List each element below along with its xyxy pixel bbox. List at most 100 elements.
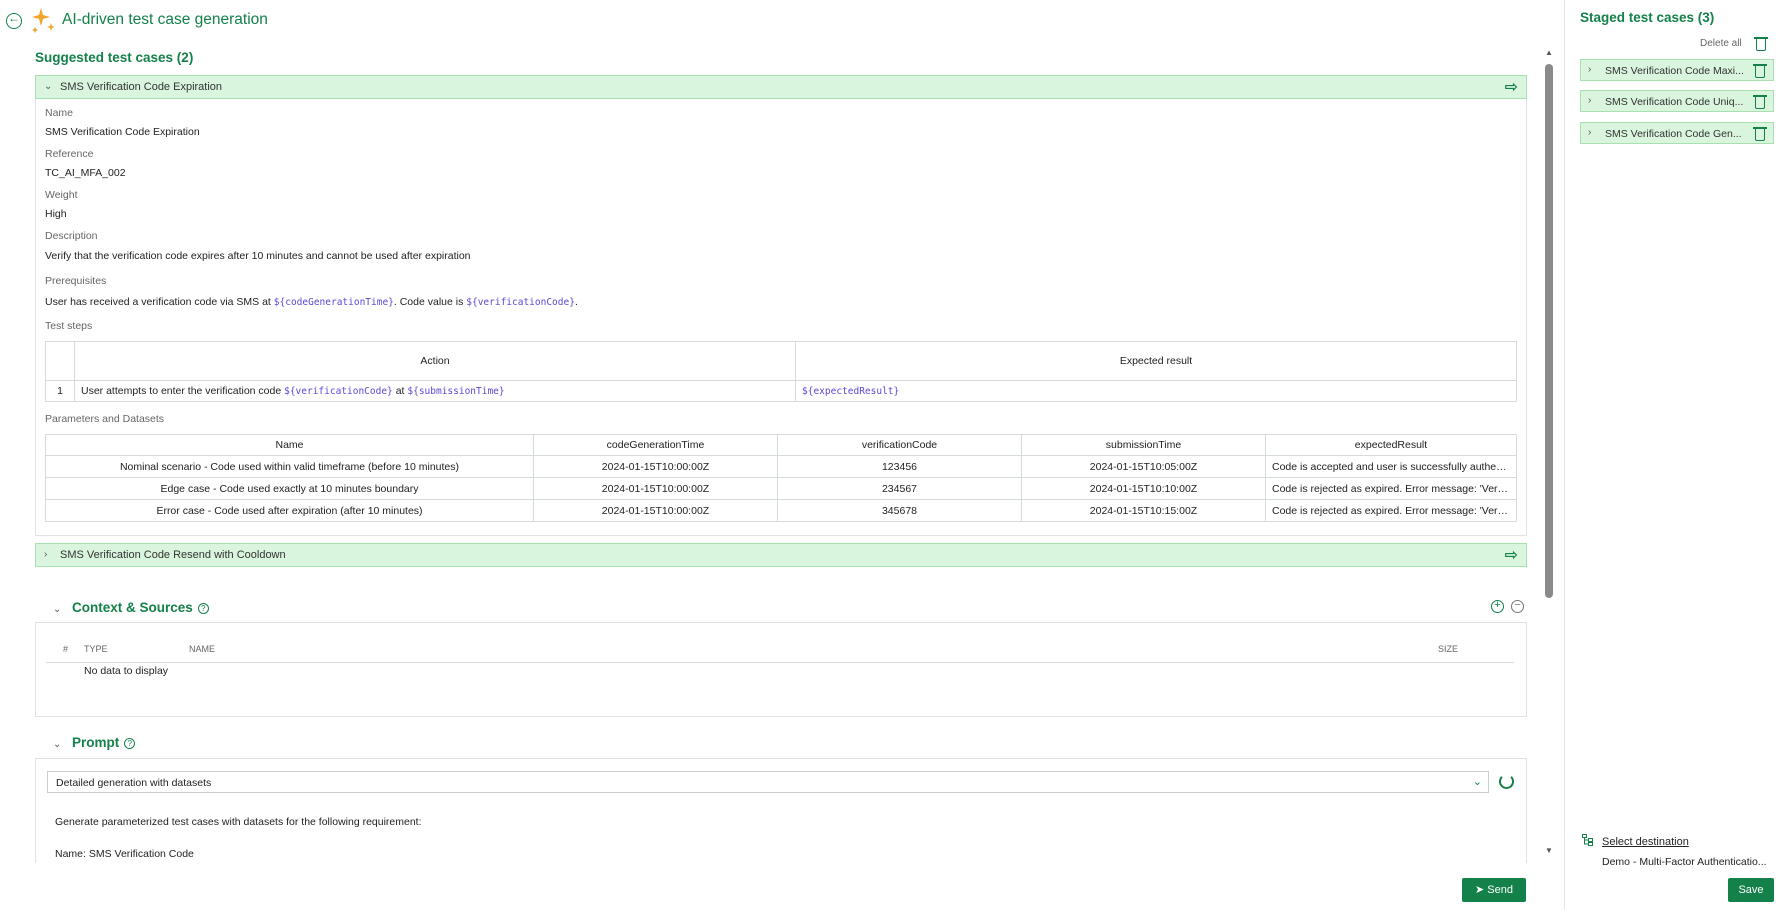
scroll-down-arrow[interactable]: ▼	[1543, 846, 1555, 855]
back-icon[interactable]	[6, 11, 22, 29]
column-header-name: NAME	[189, 644, 216, 654]
name-label: Name	[45, 107, 74, 119]
remove-circle-icon[interactable]: −	[1511, 600, 1524, 613]
table-cell[interactable]: 2024-01-15T10:00:00Z	[533, 455, 778, 478]
weight-label: Weight	[45, 189, 78, 201]
table-cell[interactable]: Code is rejected as expired. Error messa…	[1265, 499, 1517, 522]
reference-value: TC_AI_MFA_002	[45, 167, 126, 179]
trash-icon[interactable]	[1754, 37, 1768, 51]
context-sources-title: Context & Sources?	[72, 600, 209, 615]
step-number-header	[45, 341, 75, 381]
column-header: codeGenerationTime	[533, 434, 778, 456]
save-button[interactable]: Save	[1728, 878, 1774, 902]
step-action-text: at	[392, 385, 408, 397]
column-header-number: #	[63, 644, 69, 654]
delete-all-link[interactable]: Delete all	[1700, 38, 1742, 49]
destination-value: Demo - Multi-Factor Authenticatio...	[1602, 856, 1767, 868]
select-destination-link[interactable]: Select destination	[1602, 836, 1689, 848]
table-row: Edge case - Code used exactly at 10 minu…	[45, 477, 1517, 500]
sparkle-logo-icon	[32, 8, 55, 33]
tree-structure-icon	[1582, 834, 1593, 846]
empty-state-text: No data to display	[84, 665, 169, 677]
parameter-token: ${verificationCode}	[284, 386, 393, 397]
table-cell[interactable]: Code is accepted and user is successfull…	[1265, 455, 1517, 478]
step-expected[interactable]: ${expectedResult}	[795, 380, 1517, 402]
suggested-test-cases-title: Suggested test cases (2)	[35, 50, 194, 65]
table-cell[interactable]: 123456	[777, 455, 1022, 478]
table-cell[interactable]: 2024-01-15T10:00:00Z	[533, 499, 778, 522]
reference-label: Reference	[45, 148, 94, 160]
parameter-token: ${expectedResult}	[802, 386, 900, 397]
chevron-right-icon: ›	[44, 549, 48, 560]
column-header: expectedResult	[1265, 434, 1517, 456]
table-cell[interactable]: 2024-01-15T10:00:00Z	[533, 477, 778, 500]
staged-item[interactable]: › SMS Verification Code Maxi...	[1580, 59, 1774, 81]
test-steps-table: Action Expected result 1 User attempts t…	[45, 341, 1517, 402]
prompt-text-line[interactable]: Generate parameterized test cases with d…	[55, 816, 422, 828]
scrollbar-thumb[interactable]	[1545, 64, 1553, 598]
table-cell[interactable]: Nominal scenario - Code used within vali…	[45, 455, 534, 478]
parameters-table: Name codeGenerationTime verificationCode…	[45, 434, 1517, 522]
weight-value: High	[45, 208, 67, 220]
prompt-title: Prompt?	[72, 735, 136, 750]
table-cell[interactable]: 2024-01-15T10:05:00Z	[1021, 455, 1266, 478]
parameters-datasets-label: Parameters and Datasets	[45, 413, 165, 425]
column-header: verificationCode	[777, 434, 1022, 456]
staged-item[interactable]: › SMS Verification Code Uniq...	[1580, 90, 1774, 112]
prereq-text: . Code value is	[393, 296, 467, 308]
table-cell[interactable]: 345678	[777, 499, 1022, 522]
move-to-staged-icon[interactable]: ⇨	[1505, 545, 1518, 565]
add-circle-icon[interactable]: +	[1491, 600, 1504, 613]
divider	[46, 662, 1514, 663]
column-header: submissionTime	[1021, 434, 1266, 456]
move-to-staged-icon[interactable]: ⇨	[1505, 77, 1518, 97]
table-cell[interactable]: 2024-01-15T10:10:00Z	[1021, 477, 1266, 500]
test-case-accordion-resend[interactable]: › SMS Verification Code Resend with Cool…	[35, 543, 1527, 567]
prerequisites-value: User has received a verification code vi…	[45, 296, 578, 308]
refresh-icon[interactable]	[1499, 774, 1514, 789]
table-cell[interactable]: 234567	[777, 477, 1022, 500]
table-row: Nominal scenario - Code used within vali…	[45, 455, 1517, 478]
trash-icon[interactable]	[1753, 95, 1767, 109]
table-row: Error case - Code used after expiration …	[45, 499, 1517, 522]
prereq-text: User has received a verification code vi…	[45, 296, 274, 308]
parameter-token: ${verificationCode}	[466, 297, 575, 308]
send-icon: ➤	[1475, 884, 1485, 896]
chevron-down-icon: ⌄	[1472, 776, 1482, 788]
table-cell[interactable]: 2024-01-15T10:15:00Z	[1021, 499, 1266, 522]
parameter-token: ${submissionTime}	[407, 386, 505, 397]
chevron-down-icon[interactable]: ⌄	[53, 604, 61, 615]
help-icon[interactable]: ?	[124, 737, 136, 749]
context-sources-label: Context & Sources	[72, 600, 193, 615]
chevron-right-icon: ›	[1588, 95, 1592, 106]
staged-item-label: SMS Verification Code Uniq...	[1605, 96, 1744, 108]
trash-icon[interactable]	[1753, 127, 1767, 141]
staged-item[interactable]: › SMS Verification Code Gen...	[1580, 122, 1774, 144]
staged-item-label: SMS Verification Code Gen...	[1605, 128, 1742, 140]
context-sources-table	[35, 622, 1527, 717]
description-label: Description	[45, 230, 98, 242]
send-button[interactable]: ➤ Send	[1462, 878, 1526, 902]
prompt-template-select[interactable]: Detailed generation with datasets ⌄	[47, 771, 1489, 793]
table-cell[interactable]: Edge case - Code used exactly at 10 minu…	[45, 477, 534, 500]
chevron-down-icon[interactable]: ⌄	[53, 739, 61, 750]
prompt-text-line[interactable]: Name: SMS Verification Code	[55, 848, 194, 860]
chevron-right-icon: ›	[1588, 127, 1592, 138]
table-cell[interactable]: Code is rejected as expired. Error messa…	[1265, 477, 1517, 500]
scroll-up-arrow[interactable]: ▲	[1543, 48, 1555, 57]
parameter-token: ${codeGenerationTime}	[273, 297, 394, 308]
test-case-accordion-expiration[interactable]: ⌄ SMS Verification Code Expiration ⇨	[35, 75, 1527, 99]
step-action[interactable]: User attempts to enter the verification …	[74, 380, 796, 402]
name-value: SMS Verification Code Expiration	[45, 126, 200, 138]
page-title: AI-driven test case generation	[62, 11, 268, 28]
selected-value: Detailed generation with datasets	[56, 777, 212, 789]
column-header-size: SIZE	[1438, 644, 1459, 654]
table-row: 1 User attempts to enter the verificatio…	[45, 380, 1517, 402]
staged-test-cases-title: Staged test cases (3)	[1580, 10, 1715, 25]
table-cell[interactable]: Error case - Code used after expiration …	[45, 499, 534, 522]
test-steps-label: Test steps	[45, 320, 93, 332]
help-icon[interactable]: ?	[197, 602, 209, 614]
description-value: Verify that the verification code expire…	[45, 250, 471, 262]
trash-icon[interactable]	[1753, 64, 1767, 78]
action-header: Action	[74, 341, 796, 381]
